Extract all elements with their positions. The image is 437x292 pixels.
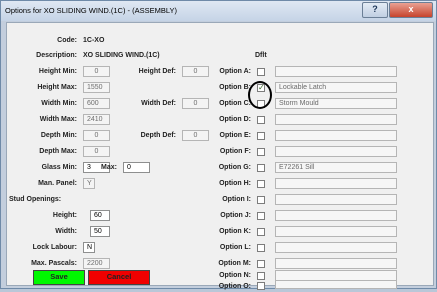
code-label: Code:	[57, 37, 77, 44]
cancel-button[interactable]: Cancel	[88, 270, 150, 285]
width-max-label: Width Max:	[39, 116, 77, 123]
option-i-label: Option I:	[222, 196, 251, 203]
width-min-field[interactable]: 600	[83, 98, 110, 109]
help-button[interactable]: ?	[362, 2, 388, 18]
option-h-field[interactable]	[275, 178, 397, 189]
height-min-label: Height Min:	[38, 68, 77, 75]
option-j-field[interactable]	[275, 210, 397, 221]
option-g-checkbox[interactable]	[257, 164, 265, 172]
option-b-field[interactable]: Lockable Latch	[275, 82, 397, 93]
dflt-header: Dflt	[255, 52, 267, 59]
lock-labour-label: Lock Labour:	[32, 244, 77, 251]
height-max-label: Height Max:	[37, 84, 77, 91]
option-f-checkbox[interactable]	[257, 148, 265, 156]
option-i-checkbox[interactable]	[257, 196, 265, 204]
depth-min-field[interactable]: 0	[83, 130, 110, 141]
option-c-field[interactable]: Storm Mould	[275, 98, 397, 109]
save-button[interactable]: Save	[33, 270, 85, 285]
option-j-label: Option J:	[220, 212, 251, 219]
width-label: Width:	[55, 228, 77, 235]
width-min-label: Width Min:	[41, 100, 77, 107]
option-o-label: Option O:	[218, 283, 251, 290]
option-k-label: Option K:	[219, 228, 251, 235]
option-k-field[interactable]	[275, 226, 397, 237]
max-label: Max:	[101, 164, 117, 171]
option-b-label: Option B:	[219, 84, 251, 91]
option-g-label: Option G:	[218, 164, 251, 171]
option-h-checkbox[interactable]	[257, 180, 265, 188]
option-g-field[interactable]: E72261 Sill	[275, 162, 397, 173]
lock-labour-field[interactable]: N	[83, 242, 95, 253]
option-a-checkbox[interactable]	[257, 68, 265, 76]
height-label: Height:	[52, 212, 77, 219]
option-e-label: Option E:	[219, 132, 252, 139]
stud-openings-label: Stud Openings:	[9, 196, 62, 203]
option-o-field[interactable]	[275, 280, 397, 289]
option-d-label: Option D:	[219, 116, 251, 123]
option-e-checkbox[interactable]	[257, 132, 265, 140]
option-h-label: Option H:	[219, 180, 251, 187]
highlight-circle	[248, 81, 272, 109]
height-field[interactable]: 60	[90, 210, 110, 221]
option-e-field[interactable]	[275, 130, 397, 141]
depth-def-label: Depth Def:	[140, 132, 176, 139]
height-def-label: Height Def:	[138, 68, 176, 75]
option-m-field[interactable]	[275, 258, 397, 269]
max-pascals-label: Max. Pascals:	[31, 260, 77, 267]
option-c-label: Option C:	[219, 100, 251, 107]
max-field[interactable]: 0	[123, 162, 150, 173]
option-k-checkbox[interactable]	[257, 228, 265, 236]
width-max-field[interactable]: 2410	[83, 114, 110, 125]
option-l-label: Option L:	[219, 244, 251, 251]
option-d-checkbox[interactable]	[257, 116, 265, 124]
man-panel-field[interactable]: Y	[83, 178, 95, 189]
option-f-field[interactable]	[275, 146, 397, 157]
option-f-label: Option F:	[219, 148, 251, 155]
option-d-field[interactable]	[275, 114, 397, 125]
close-button[interactable]: x	[389, 2, 433, 18]
options-window: Options for XO SLIDING WIND.(1C) - (ASSE…	[0, 0, 437, 290]
option-m-label: Option M:	[218, 260, 251, 267]
height-min-field[interactable]: 0	[83, 66, 110, 77]
option-a-label: Option A:	[219, 68, 251, 75]
width-field[interactable]: 50	[90, 226, 110, 237]
option-l-checkbox[interactable]	[257, 244, 265, 252]
depth-max-label: Depth Max:	[39, 148, 77, 155]
option-i-field[interactable]	[275, 194, 397, 205]
glass-min-label: Glass Min:	[41, 164, 77, 171]
option-n-checkbox[interactable]	[257, 272, 265, 280]
description-value: XO SLIDING WIND.(1C)	[83, 52, 160, 59]
code-value: 1C-XO	[83, 37, 105, 44]
depth-def-field[interactable]: 0	[182, 130, 209, 141]
option-l-field[interactable]	[275, 242, 397, 253]
option-a-field[interactable]	[275, 66, 397, 77]
height-max-field[interactable]: 1550	[83, 82, 110, 93]
description-label: Description:	[36, 52, 77, 59]
height-def-field[interactable]: 0	[182, 66, 209, 77]
option-m-checkbox[interactable]	[257, 260, 265, 268]
title-bar[interactable]: Options for XO SLIDING WIND.(1C) - (ASSE…	[1, 1, 436, 21]
depth-max-field[interactable]: 0	[83, 146, 110, 157]
max-pascals-field[interactable]: 2200	[83, 258, 110, 269]
width-def-label: Width Def:	[141, 100, 176, 107]
option-n-label: Option N:	[219, 272, 251, 279]
man-panel-label: Man. Panel:	[38, 180, 77, 187]
option-j-checkbox[interactable]	[257, 212, 265, 220]
window-title: Options for XO SLIDING WIND.(1C) - (ASSE…	[5, 6, 177, 15]
depth-min-label: Depth Min:	[40, 132, 77, 139]
width-def-field[interactable]: 0	[182, 98, 209, 109]
